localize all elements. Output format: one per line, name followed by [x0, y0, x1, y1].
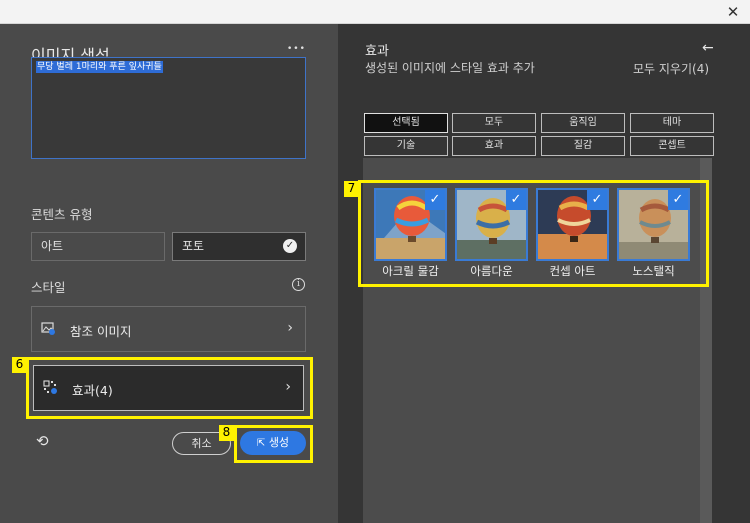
content-type-photo-label: 포토: [182, 239, 205, 253]
back-arrow-icon[interactable]: ←: [702, 40, 714, 56]
effect-label: 아크릴 물감: [382, 264, 439, 278]
more-options-icon[interactable]: •••: [287, 44, 306, 54]
reference-image-button[interactable]: 참조 이미지 ›: [31, 306, 306, 352]
chip-theme[interactable]: 테마: [630, 113, 714, 133]
style-label: 스타일: [31, 280, 66, 295]
content-type-art-button[interactable]: 아트: [31, 232, 165, 261]
prompt-textarea[interactable]: 무당 벌레 1마리와 푸른 잎사귀들: [31, 57, 306, 159]
chip-selected[interactable]: 선택됨: [364, 113, 448, 133]
close-icon[interactable]: ✕: [724, 3, 742, 21]
share-out-icon: ⇱: [256, 438, 266, 449]
effect-label: 노스탤직: [632, 264, 675, 278]
effects-button[interactable]: 효과(4) ›: [33, 365, 304, 411]
chip-motion[interactable]: 움직임: [541, 113, 625, 133]
clear-all-button[interactable]: 모두 지우기(4): [633, 60, 709, 77]
effect-thumb-nostalgic[interactable]: ✓: [617, 188, 690, 261]
chevron-right-icon: ›: [285, 379, 291, 395]
chip-effect[interactable]: 효과: [452, 136, 536, 156]
check-icon: ✓: [587, 190, 607, 210]
check-icon: ✓: [506, 190, 526, 210]
chip-texture[interactable]: 질감: [541, 136, 625, 156]
annotation-tag-8: 8: [219, 425, 234, 441]
reference-image-label: 참조 이미지: [70, 324, 132, 339]
undo-icon[interactable]: ⟲: [36, 432, 49, 450]
effects-icon: [43, 380, 57, 394]
content-type-label: 콘텐츠 유형: [31, 207, 93, 222]
generate-button[interactable]: ⇱ 생성: [240, 431, 306, 455]
prompt-text: 무당 벌레 1마리와 푸른 잎사귀들: [36, 61, 163, 73]
effect-thumb-acrylic[interactable]: ✓: [374, 188, 447, 261]
chevron-right-icon: ›: [287, 320, 293, 336]
effect-label: 아름다운: [470, 264, 513, 278]
check-icon: ✓: [425, 190, 445, 210]
annotation-tag-7: 7: [344, 181, 359, 197]
check-circle-icon: ✓: [283, 239, 297, 253]
chip-technique[interactable]: 기술: [364, 136, 448, 156]
info-icon[interactable]: i: [292, 278, 305, 291]
effect-thumb-concept-art[interactable]: ✓: [536, 188, 609, 261]
image-reference-icon: [41, 322, 55, 335]
content-type-art-label: 아트: [41, 239, 64, 253]
window-titlebar: ✕: [0, 0, 750, 24]
effects-label: 효과(4): [72, 383, 113, 398]
effects-subtitle: 생성된 이미지에 스타일 효과 추가: [365, 61, 535, 75]
annotation-tag-6: 6: [12, 357, 27, 373]
chip-concept[interactable]: 콘셉트: [630, 136, 714, 156]
effect-label: 컨셉 아트: [549, 264, 596, 278]
effect-thumb-beautiful[interactable]: ✓: [455, 188, 528, 261]
chip-all[interactable]: 모두: [452, 113, 536, 133]
check-icon: ✓: [668, 190, 688, 210]
content-type-photo-button[interactable]: 포토 ✓: [172, 232, 306, 261]
generate-label: 생성: [268, 436, 290, 449]
effects-title: 효과: [365, 44, 389, 59]
